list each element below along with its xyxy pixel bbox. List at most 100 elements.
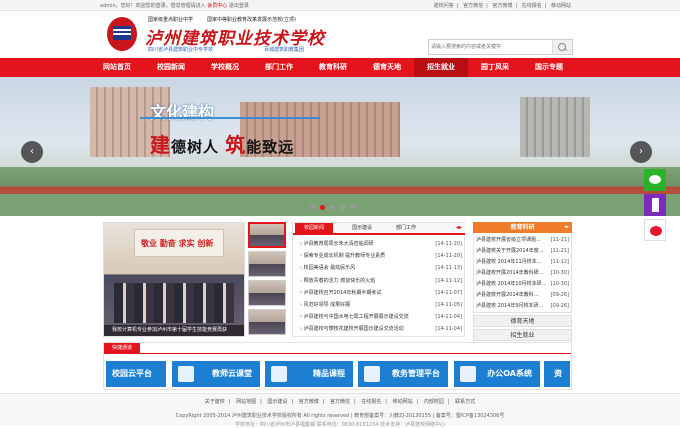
search-icon[interactable] — [552, 40, 572, 54]
top-links: 建校问答 | 官方微信 | 官方微博 | 在线报名 | 移动网站 — [433, 3, 571, 9]
photo-news[interactable]: 敬业 勤奋 求实 创新 我校计算机专业参加泸州市第十届学生技能竞赛再获 — [103, 222, 245, 337]
research-header: 教育科研 ◂▸ — [473, 222, 572, 233]
research-list: 泸县建校开展省级立项课题... [11-21] 泸县建校关于开展2014年度...… — [473, 233, 572, 313]
list-item[interactable]: 泸县建校 2014年11月校本... [11-12] — [474, 257, 571, 268]
top-link[interactable]: 官方微博 — [492, 3, 512, 9]
banner-dot[interactable] — [310, 205, 315, 210]
search-input[interactable] — [431, 42, 549, 52]
nav-item-admission[interactable]: 招生就业 — [414, 58, 468, 77]
mobile-icon[interactable] — [644, 194, 666, 216]
list-item[interactable]: 泸县建校 2014年9月校本研... [09-26] — [474, 301, 571, 312]
list-item[interactable]: 探索专业成长机制 提升教师专业素质[14-11-20] — [296, 250, 464, 262]
tab-department-work[interactable]: 部门工作 — [389, 223, 423, 233]
academic-admin-button[interactable]: 教务管理平台 — [358, 361, 448, 387]
footer-link[interactable]: 移动网站 — [393, 399, 413, 405]
top-link[interactable]: 在线报名 — [522, 3, 542, 9]
footer-links: 关于建校 | 网站地图 | 国示建设 | 官方微博 | 官方微信 | 在线报名 | 移动网站… — [204, 399, 476, 405]
main-nav: 网站首页 校园新闻 学校概况 部门工作 教育科研 德育天地 招生就业 园丁风采 … — [0, 58, 680, 77]
nav-item-teachers[interactable]: 园丁风采 — [468, 58, 522, 77]
list-item[interactable]: 泸县建校与中国水电七局工程开展展示建设交流[14-11-04] — [296, 311, 464, 323]
top-link[interactable]: 移动网站 — [551, 3, 571, 9]
header-tagline-1: 国家级重点职业中学 — [148, 17, 194, 23]
search-box — [428, 39, 573, 55]
nav-item-research[interactable]: 教育科研 — [306, 58, 360, 77]
list-item[interactable]: 泸县建校 2014年10月校本研... [10-30] — [474, 279, 571, 290]
greeting-text: ，您好！欢迎您的登录，借息管理请进入 — [115, 3, 206, 9]
nav-item-special[interactable]: 国示专题 — [522, 58, 576, 77]
moral-section-button[interactable]: 德育天地 — [473, 315, 572, 327]
slogan-char: 筑 — [225, 133, 247, 157]
photo-caption[interactable]: 我校计算机专业参加泸州市第十届学生技能竞赛再获 — [104, 325, 244, 336]
slogan-text: 德树人 — [171, 138, 220, 156]
top-link[interactable]: 官方微信 — [463, 3, 483, 9]
news-tabs: 校园新闻 国示建设 部门工作 ◂▸ — [293, 223, 465, 235]
banner-title: 文化建构 — [150, 103, 215, 122]
member-center-link[interactable]: 会员中心 — [207, 3, 227, 9]
weibo-icon[interactable] — [644, 219, 666, 241]
banner-slogan: 建德树人 筑能致远 — [150, 129, 294, 158]
school-logo-icon[interactable] — [107, 17, 137, 51]
footer-link[interactable]: 官方微博 — [299, 399, 319, 405]
school-subtitle: 四川省泸县建筑职业中专学校 — [148, 47, 214, 53]
list-item[interactable]: 泸县建校召开2014年秋期半期考试[14-11-07] — [296, 287, 464, 299]
list-item[interactable]: 泸县教育局局长朱大清莅临调研[14-11-20] — [296, 238, 464, 250]
research-title[interactable]: 教育科研 — [510, 224, 534, 231]
campus-cloud-button[interactable]: 校园云平台 — [106, 361, 166, 387]
footer-link[interactable]: 官方微信 — [330, 399, 350, 405]
logout-link[interactable]: 退出登录 — [229, 3, 249, 9]
footer-link[interactable]: 国示建设 — [267, 399, 287, 405]
photo-thumbnail[interactable] — [248, 251, 286, 277]
nav-item-news[interactable]: 校园新闻 — [144, 58, 198, 77]
list-item[interactable]: 释放青春的活力 燃烧快乐的火焰[14-11-12] — [296, 275, 464, 287]
list-item[interactable]: 泸县建校关于开展2014年度... [11-21] — [474, 246, 571, 257]
quality-course-button[interactable]: 精品课程 — [265, 361, 353, 387]
list-item[interactable]: 校园美语会 最炫民乐风[14-11-13] — [296, 262, 464, 274]
footer-link[interactable]: 关于建校 — [205, 399, 225, 405]
site-header: 国家级重点职业中学 国家中等职业教育改革发展示范校(立项) 泸州建筑职业技术学校… — [0, 11, 680, 58]
photo-thumbnails — [248, 222, 288, 338]
news-list: 泸县教育局局长朱大清莅临调研[14-11-20] 探索专业成长机制 提升教师专业… — [296, 238, 464, 336]
nav-item-home[interactable]: 网站首页 — [90, 58, 144, 77]
teacher-cloud-button[interactable]: 教师云课堂 — [172, 361, 260, 387]
banner-dot[interactable] — [350, 205, 355, 210]
footer-link[interactable]: 内部校园 — [424, 399, 444, 405]
admin-icon — [364, 366, 380, 382]
photo-thumbnail[interactable] — [248, 280, 286, 306]
quick-links-header: 快捷通道 — [104, 343, 571, 354]
tab-campus-news[interactable]: 校园新闻 — [295, 223, 333, 233]
slogan-text: 能致远 — [246, 138, 295, 156]
nav-item-overview[interactable]: 学校概况 — [198, 58, 252, 77]
tab-demo-construction[interactable]: 国示建设 — [345, 223, 379, 233]
nav-item-moral[interactable]: 德育天地 — [360, 58, 414, 77]
list-item[interactable]: 风范好领导 成果好展[14-11-05] — [296, 299, 464, 311]
site-footer: 关于建校 | 网站地图 | 国示建设 | 官方微博 | 官方微信 | 在线报名 | 移动网站… — [0, 393, 680, 428]
list-item[interactable]: 泸县建校与攀枝花建校开展国示建设交流活动[14-11-04] — [296, 323, 464, 335]
research-arrows-icon[interactable]: ◂▸ — [564, 222, 569, 233]
top-link[interactable]: 建校问答 — [434, 3, 454, 9]
wechat-icon[interactable] — [644, 169, 666, 191]
news-arrows-icon[interactable]: ◂▸ — [456, 224, 462, 231]
banner-dot[interactable] — [330, 205, 335, 210]
footer-link[interactable]: 在线报名 — [361, 399, 381, 405]
banner-dot[interactable] — [340, 205, 345, 210]
banner-prev-icon[interactable]: ‹ — [21, 141, 43, 163]
list-item[interactable]: 泸县建校开展省级立项课题... [11-21] — [474, 235, 571, 246]
nav-item-departments[interactable]: 部门工作 — [252, 58, 306, 77]
resource-button[interactable]: 资 — [544, 361, 570, 387]
list-item[interactable]: 泸县建校开展2014年教科研... [10-30] — [474, 268, 571, 279]
footer-link[interactable]: 联系方式 — [455, 399, 475, 405]
banner-dot-active[interactable] — [320, 205, 325, 210]
top-bar: admin，您好！欢迎您的登录，借息管理请进入 会员中心 退出登录 建校问答 | … — [0, 0, 680, 11]
photo-board-text: 敬业 勤奋 求实 创新 — [141, 239, 214, 248]
list-item[interactable]: 泸县建校开展2014年教科... [09-26] — [474, 290, 571, 301]
photo-thumbnail[interactable] — [248, 222, 286, 248]
photo-thumbnail[interactable] — [248, 309, 286, 335]
hero-banner: 文化建构 建德树人 筑能致远 ‹ › — [0, 77, 680, 216]
office-oa-button[interactable]: 办公OA系统 — [454, 361, 540, 387]
slogan-char: 建 — [150, 133, 171, 157]
footer-link[interactable]: 网站地图 — [236, 399, 256, 405]
banner-next-icon[interactable]: › — [630, 141, 652, 163]
photo-people — [114, 283, 234, 323]
username: admin — [100, 3, 116, 9]
admission-section-button[interactable]: 招生就业 — [473, 329, 572, 341]
